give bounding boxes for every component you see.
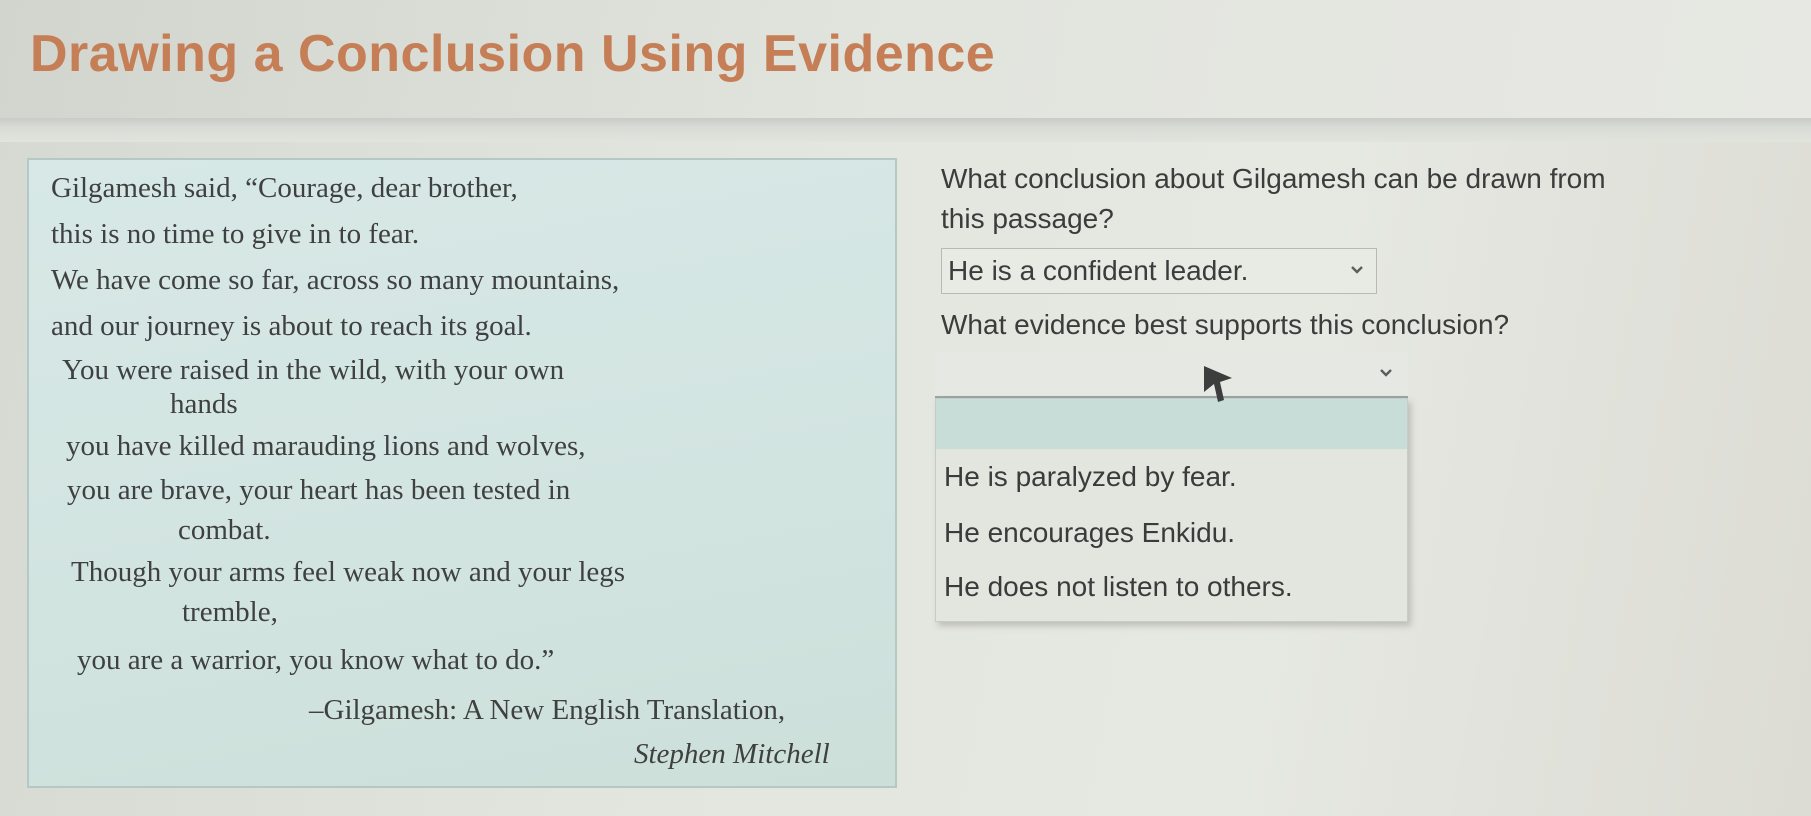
dropdown-option-does-not-listen[interactable]: He does not listen to others.	[944, 571, 1293, 603]
conclusion-select-value: He is a confident leader.	[948, 255, 1249, 286]
page-title: Drawing a Conclusion Using Evidence	[30, 25, 996, 83]
passage-citation: –Gilgamesh: A New English Translation,	[309, 694, 786, 726]
mouse-pointer-icon	[1204, 366, 1232, 402]
passage-line: You were raised in the wild, with your o…	[62, 354, 565, 386]
dropdown-option-blank[interactable]	[936, 399, 1407, 449]
passage-line: you are a warrior, you know what to do.”	[77, 644, 555, 676]
passage-line: combat.	[178, 514, 271, 546]
question1-text-continued: this passage?	[941, 203, 1114, 234]
passage-line: tremble,	[182, 596, 278, 628]
question2-text: What evidence best supports this conclus…	[941, 309, 1510, 340]
passage-line: Gilgamesh said, “Courage, dear brother,	[51, 172, 518, 204]
passage-line: and our journey is about to reach its go…	[51, 310, 532, 342]
conclusion-select[interactable]: He is a confident leader.	[941, 248, 1377, 294]
dropdown-option-encourages[interactable]: He encourages Enkidu.	[944, 517, 1235, 549]
chevron-down-icon	[1351, 266, 1363, 274]
passage-line: hands	[170, 388, 238, 420]
dropdown-option-paralyzed[interactable]: He is paralyzed by fear.	[944, 461, 1237, 493]
passage-line: you are brave, your heart has been teste…	[67, 474, 571, 506]
question1-text: What conclusion about Gilgamesh can be d…	[941, 163, 1606, 194]
passage-line: this is no time to give in to fear.	[51, 218, 420, 250]
passage-box: Gilgamesh said, “Courage, dear brother, …	[27, 158, 897, 788]
header-divider	[0, 118, 1811, 142]
passage-author: Stephen Mitchell	[634, 738, 830, 770]
passage-line: Though your arms feel weak now and your …	[71, 556, 626, 588]
passage-line: We have come so far, across so many moun…	[51, 264, 620, 296]
evidence-dropdown-list: He is paralyzed by fear. He encourages E…	[935, 398, 1408, 622]
chevron-down-icon	[1380, 369, 1392, 377]
passage-line: you have killed marauding lions and wolv…	[66, 430, 586, 462]
evidence-select[interactable]	[935, 352, 1408, 399]
